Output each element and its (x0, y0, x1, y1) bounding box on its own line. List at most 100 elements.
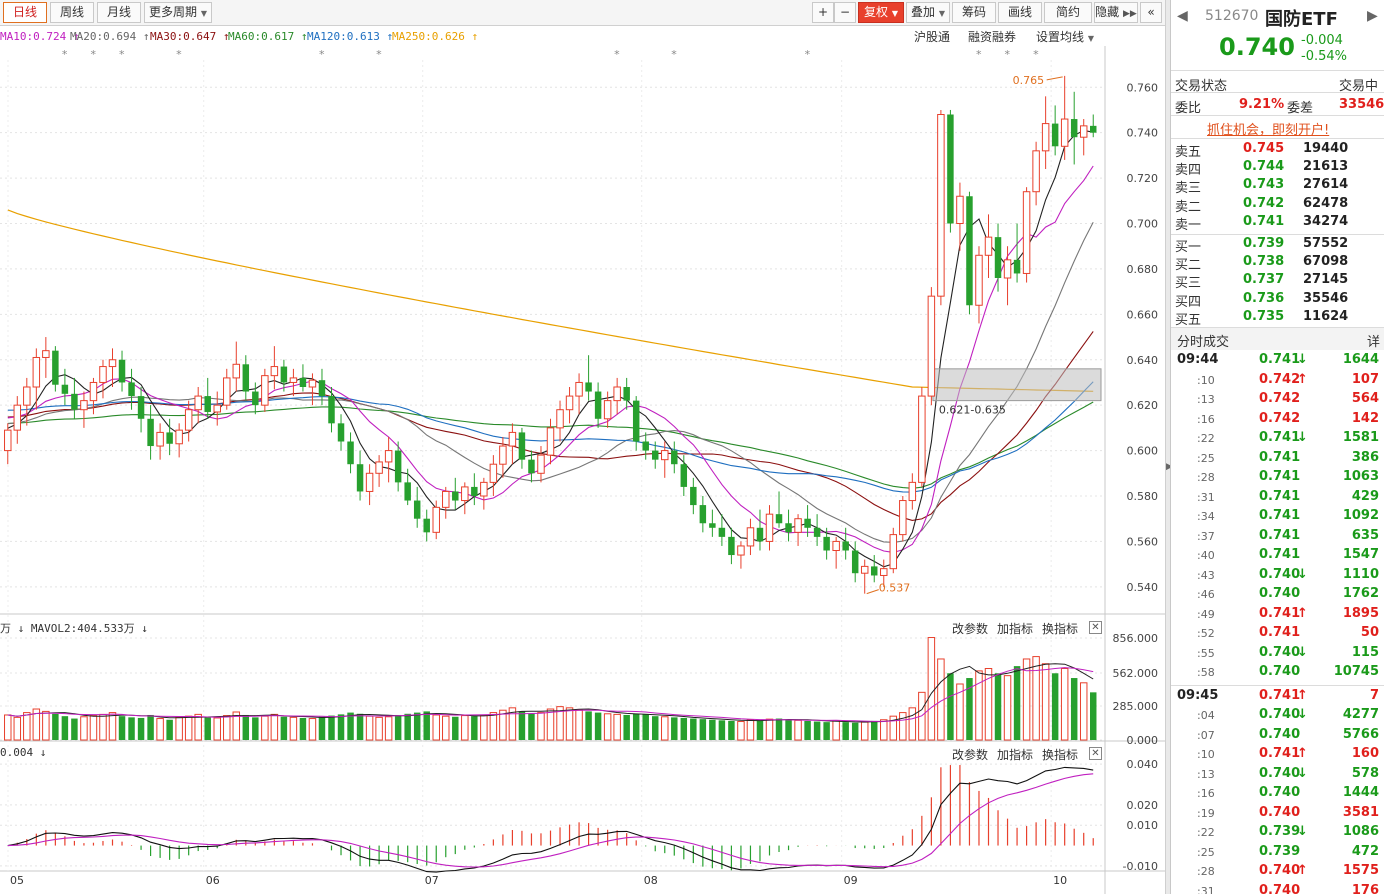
chips-button[interactable]: 筹码 (952, 2, 996, 23)
overlay-dropdown[interactable]: 叠加 ▼ (906, 2, 950, 23)
candle-body (328, 396, 335, 424)
candle-body (184, 409, 193, 431)
tick-price: 0.740 (1259, 644, 1301, 660)
simple-mode-button[interactable]: 简约 (1044, 2, 1092, 23)
volume-switch-indicator-button[interactable]: 换指标 (1042, 620, 1078, 637)
order-book-row[interactable]: 卖二 0.742 62478 (1171, 196, 1384, 215)
double-chevron-right-icon: ▶▶ (1123, 9, 1137, 19)
zoom-in-button[interactable]: + (812, 2, 834, 23)
tick-price: 0.741 (1259, 605, 1301, 621)
event-marker-icon: * (176, 48, 182, 61)
volume-pane-label: 万 ↓ MAVOL2:404.533万 ↓ (0, 622, 148, 635)
order-level-label: 卖一 (1175, 217, 1202, 233)
candle-body (546, 427, 555, 456)
open-account-link[interactable]: 抓住机会，即刻开户! (1207, 119, 1329, 138)
zoom-out-button[interactable]: − (834, 2, 856, 23)
candle-body (975, 254, 983, 306)
candle-body (404, 482, 411, 501)
margin-trading-link[interactable]: 融资融券 (968, 28, 1016, 45)
ma-settings-dropdown[interactable]: 设置均线 ▼ (1036, 28, 1094, 45)
order-book-row[interactable]: 卖三 0.743 27614 (1171, 177, 1384, 196)
order-price: 0.741 (1243, 213, 1285, 229)
fuquan-dropdown[interactable]: 复权 ▼ (858, 2, 904, 23)
volume-tick-label: 856.000 (1113, 632, 1159, 645)
order-book-row[interactable]: 卖四 0.744 21613 (1171, 159, 1384, 178)
tick-volume: 142 (1351, 410, 1379, 426)
period-tab-daily[interactable]: 日线 (3, 2, 47, 23)
ma60-legend: MA60:0.617 ↑ (228, 30, 308, 43)
tick-time: :10 (1197, 373, 1215, 387)
volume-bar (785, 719, 792, 740)
macd-change-params-button[interactable]: 改参数 (952, 746, 988, 763)
y-tick-label: 0.640 (1127, 354, 1159, 367)
order-book-row[interactable]: 买三 0.737 27145 (1171, 272, 1384, 291)
ticks-detail-link[interactable]: 详 (1367, 331, 1380, 350)
tick-price: 0.741 (1259, 469, 1301, 484)
order-book-row[interactable]: 买四 0.736 35546 (1171, 291, 1384, 310)
next-stock-arrow-icon[interactable]: ▶ (1367, 8, 1378, 24)
volume-bar (261, 715, 269, 741)
period-tab-weekly[interactable]: 周线 (50, 2, 94, 23)
order-volume: 57552 (1303, 236, 1349, 251)
tick-time: :55 (1197, 646, 1215, 660)
tick-time: :16 (1197, 787, 1215, 800)
tick-volume: 564 (1351, 391, 1379, 406)
hide-button[interactable]: 隐藏 ▶▶ (1094, 2, 1138, 23)
volume-bar (1041, 663, 1050, 741)
volume-bar (728, 720, 735, 740)
tick-volume: 3581 (1342, 804, 1379, 820)
quote-panel: ◀ 512670 国防ETF ▶ 0.740 -0.004 -0.54% 交易状… (1170, 0, 1384, 894)
divider (1171, 233, 1384, 235)
low-marker-line (866, 589, 879, 595)
candlestick-chart[interactable]: 0.760 0.740 0.720 0.700 0.680 0.660 0.640 0.620… (0, 46, 1165, 894)
tick-row: :37 0.741 635 (1171, 528, 1384, 546)
event-marker-icon: * (119, 48, 125, 61)
order-book-row[interactable]: 买一 0.739 57552 (1171, 236, 1384, 255)
tick-price: 0.740 (1259, 586, 1301, 601)
tick-price: 0.739 (1259, 824, 1301, 839)
candle-body (603, 400, 612, 420)
volume-bar (23, 712, 31, 741)
volume-change-params-button[interactable]: 改参数 (952, 620, 988, 637)
volume-bar (204, 717, 211, 740)
volume-bar (1079, 682, 1088, 741)
order-book-row[interactable]: 卖五 0.745 19440 (1171, 141, 1384, 160)
volume-bar (528, 713, 535, 740)
arrow-down-icon: ↓ (1297, 644, 1308, 660)
tick-price: 0.741 (1259, 430, 1301, 445)
volume-add-indicator-button[interactable]: 加指标 (997, 620, 1033, 637)
period-tab-monthly[interactable]: 月线 (97, 2, 141, 23)
x-tick-label: 08 (644, 874, 658, 887)
macd-add-indicator-button[interactable]: 加指标 (997, 746, 1033, 763)
collapse-panel-button[interactable]: « (1140, 2, 1162, 23)
candle-body (1032, 150, 1040, 193)
tick-volume: 1575 (1342, 863, 1379, 878)
arrow-up-icon: ↑ (1297, 605, 1308, 621)
candle-body (585, 382, 592, 392)
tick-time: :25 (1197, 845, 1215, 859)
period-more-dropdown[interactable]: 更多周期 ▼ (144, 2, 212, 23)
candle-body (356, 464, 364, 492)
volume-bar (404, 713, 411, 740)
order-level-label: 买一 (1175, 240, 1202, 255)
candle-body (804, 518, 811, 528)
order-book-row[interactable]: 买二 0.738 67098 (1171, 254, 1384, 273)
close-icon[interactable]: ✕ (1089, 747, 1102, 760)
volume-bar (994, 673, 1002, 740)
volume-bar (299, 717, 307, 740)
tick-time: :46 (1197, 588, 1215, 601)
order-book-row[interactable]: 买五 0.735 11624 (1171, 309, 1384, 328)
close-icon[interactable]: ✕ (1089, 621, 1102, 634)
macd-switch-indicator-button[interactable]: 换指标 (1042, 746, 1078, 763)
order-volume: 67098 (1303, 254, 1349, 270)
x-tick-label: 10 (1053, 874, 1067, 887)
tick-row: :10 0.742 ↑ 107 (1171, 372, 1384, 390)
prev-stock-arrow-icon[interactable]: ◀ (1177, 8, 1188, 24)
tick-row: :07 0.740 5766 (1171, 727, 1384, 745)
candle-body (709, 523, 716, 528)
hk-connect-link[interactable]: 沪股通 (914, 28, 950, 45)
volume-bar (270, 713, 279, 741)
order-book-row[interactable]: 卖一 0.741 34274 (1171, 213, 1384, 233)
draw-line-button[interactable]: 画线 (998, 2, 1042, 23)
arrow-up-icon: ↑ (1297, 687, 1308, 703)
